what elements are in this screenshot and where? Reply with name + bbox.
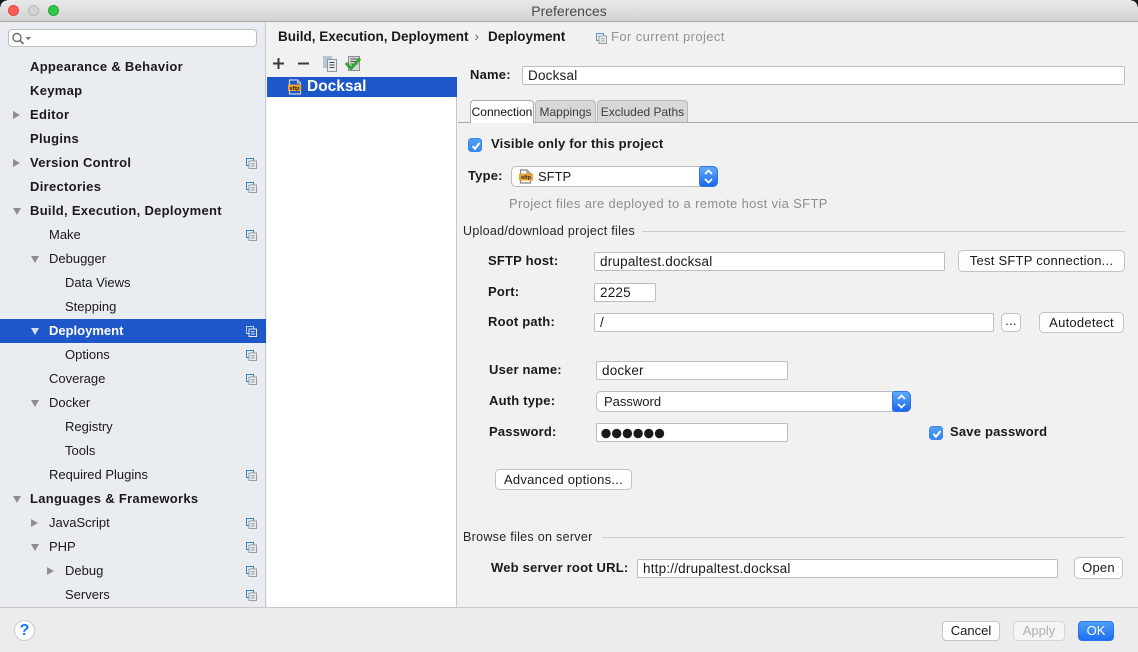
svg-text:sftp: sftp — [521, 175, 532, 181]
svg-text:sftp: sftp — [289, 86, 300, 92]
